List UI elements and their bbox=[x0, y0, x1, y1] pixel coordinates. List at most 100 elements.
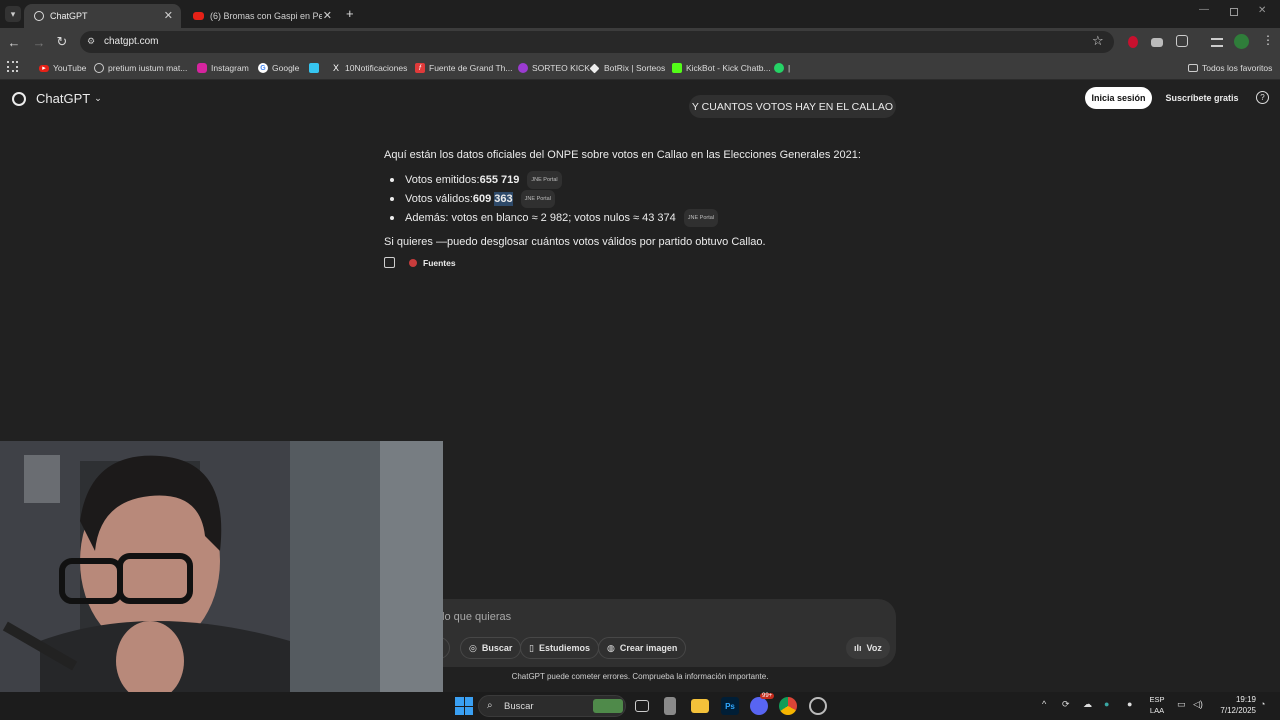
reading-list-icon[interactable] bbox=[1211, 38, 1223, 47]
extensions-icon[interactable] bbox=[1176, 35, 1188, 47]
language-indicator[interactable]: ESP LAA bbox=[1146, 694, 1168, 716]
follow-up-text: Si quieres —puedo desglosar cuántos voto… bbox=[384, 236, 766, 248]
bookmark-botrix[interactable]: BotRix | Sorteos bbox=[589, 61, 665, 75]
sync-icon[interactable]: ⟳ bbox=[1062, 699, 1070, 710]
bookmark-slack[interactable] bbox=[309, 61, 323, 75]
app-gear-icon[interactable] bbox=[809, 697, 827, 715]
list-item: Además: votos en blanco ≈ 2 982; votos n… bbox=[384, 208, 904, 227]
model-selector[interactable]: ChatGPT ⌄ bbox=[12, 91, 102, 106]
slack-icon bbox=[309, 63, 319, 73]
search-button[interactable]: ◎ Buscar bbox=[460, 637, 522, 659]
answer-intro: Aquí están los datos oficiales del ONPE … bbox=[384, 149, 861, 161]
network-icon[interactable]: ▭ bbox=[1177, 699, 1186, 710]
assistant-message: Aquí están los datos oficiales del ONPE … bbox=[384, 148, 904, 249]
google-icon: G bbox=[258, 63, 268, 73]
copy-icon[interactable] bbox=[384, 257, 395, 268]
menu-icon[interactable]: ⋮ bbox=[1262, 33, 1274, 47]
user-message: Y CUANTOS VOTOS HAY EN EL CALLAO bbox=[689, 95, 896, 118]
extension-card-icon[interactable] bbox=[1151, 38, 1163, 47]
webcam-overlay bbox=[0, 441, 443, 720]
discord-icon[interactable] bbox=[750, 697, 768, 715]
bookmark-google[interactable]: G Google bbox=[258, 61, 299, 75]
forward-icon[interactable]: → bbox=[30, 33, 48, 51]
kickbot-icon bbox=[672, 63, 682, 73]
source-chip[interactable]: JNE Portal bbox=[683, 208, 719, 227]
bookmark-sorteo-kick[interactable]: SORTEO KICK bbox=[518, 61, 590, 75]
app-icon[interactable] bbox=[664, 697, 676, 715]
signup-button[interactable]: Suscríbete gratis bbox=[1160, 87, 1244, 109]
bookmark-whatsapp[interactable]: | bbox=[774, 61, 790, 75]
notifications-icon[interactable]: ◔ bbox=[1260, 699, 1265, 709]
site-info-icon[interactable]: ⚙ bbox=[87, 36, 95, 47]
tab-youtube[interactable]: (6) Bromas con Gaspi en Perú - ✕ bbox=[183, 4, 340, 28]
help-icon[interactable]: ? bbox=[1256, 91, 1269, 104]
brand-name: ChatGPT bbox=[36, 91, 91, 106]
selected-text: 363 bbox=[494, 191, 513, 206]
source-chip[interactable]: JNE Portal bbox=[527, 170, 562, 189]
disclaimer: ChatGPT puede cometer errores. Comprueba… bbox=[511, 672, 769, 681]
url-text: chatgpt.com bbox=[104, 36, 159, 47]
list-item: Votos válidos: 609 363 JNE Portal bbox=[384, 189, 904, 208]
restore-icon[interactable] bbox=[1230, 8, 1238, 16]
tab-strip: ▾ ChatGPT ✕ (6) Bromas con Gaspi en Perú… bbox=[0, 0, 1280, 28]
login-button[interactable]: Inicia sesión bbox=[1085, 87, 1152, 109]
globe-icon bbox=[94, 63, 104, 73]
sources-icon bbox=[409, 258, 417, 267]
photoshop-icon[interactable]: Ps bbox=[721, 697, 739, 715]
chrome-icon[interactable] bbox=[779, 697, 797, 715]
list-item: Votos emitidos: 655 719 JNE Portal bbox=[384, 170, 904, 189]
file-explorer-icon[interactable] bbox=[691, 699, 709, 713]
reload-icon[interactable]: ↻ bbox=[53, 33, 71, 51]
study-button[interactable]: ▯ Estudiemos bbox=[520, 637, 599, 659]
taskbar-search[interactable]: ⌕ Buscar bbox=[478, 695, 626, 717]
chevron-down-icon: ⌄ bbox=[94, 93, 102, 103]
back-icon[interactable]: ← bbox=[5, 33, 23, 51]
volume-icon[interactable]: ◁) bbox=[1193, 699, 1203, 710]
folder-icon bbox=[1188, 64, 1198, 72]
tab-chatgpt[interactable]: ChatGPT ✕ bbox=[24, 4, 181, 28]
source-chip[interactable]: JNE Portal bbox=[520, 189, 555, 208]
extension-red-icon[interactable] bbox=[1128, 36, 1138, 48]
all-bookmarks[interactable]: Todos los favoritos bbox=[1188, 61, 1272, 75]
chevron-up-icon[interactable]: ^ bbox=[1042, 699, 1046, 709]
voice-button[interactable]: ıIı Voz bbox=[846, 637, 890, 659]
notification-badge: 99+ bbox=[760, 693, 775, 699]
chat-input[interactable]: lo que quieras bbox=[442, 611, 511, 623]
address-bar[interactable]: ⚙ chatgpt.com ☆ bbox=[80, 31, 1114, 53]
composer: lo que quieras r ◎Buscar ▯Estudiemos ◍Cr… bbox=[384, 599, 896, 667]
bookmark-instagram[interactable]: Instagram bbox=[197, 61, 249, 75]
clock[interactable]: 19:19 7/12/2025 bbox=[1210, 694, 1256, 716]
create-image-button[interactable]: ◍ Crear imagen bbox=[598, 637, 687, 659]
book-icon: ▯ bbox=[529, 642, 534, 653]
globe-icon: ◎ bbox=[469, 642, 477, 653]
font-icon: f bbox=[415, 63, 425, 73]
windows-start-icon[interactable] bbox=[455, 697, 473, 715]
bookmark-grand-theft[interactable]: f Fuente de Grand Th... bbox=[415, 61, 512, 75]
new-tab-icon[interactable]: + bbox=[346, 6, 354, 21]
task-view-icon[interactable] bbox=[635, 700, 649, 712]
tab-title: ChatGPT bbox=[50, 11, 88, 21]
profile-avatar[interactable] bbox=[1234, 34, 1249, 49]
star-icon[interactable]: ☆ bbox=[1092, 33, 1104, 49]
youtube-icon: ▸ bbox=[39, 64, 49, 72]
sorteo-icon bbox=[518, 63, 528, 73]
bookmark-pretium[interactable]: pretium iustum mat... bbox=[94, 61, 187, 75]
microphone-icon[interactable]: ● bbox=[1127, 699, 1132, 709]
close-icon[interactable]: ✕ bbox=[164, 9, 173, 22]
close-window-icon[interactable]: ✕ bbox=[1258, 5, 1266, 16]
search-highlight-icon bbox=[593, 699, 623, 713]
minimize-icon[interactable]: — bbox=[1199, 4, 1209, 15]
tab-title: (6) Bromas con Gaspi en Perú - bbox=[210, 11, 322, 21]
apps-grid-icon[interactable] bbox=[7, 61, 18, 72]
close-icon[interactable]: ✕ bbox=[323, 9, 332, 22]
cloud-icon[interactable]: ☁ bbox=[1083, 699, 1092, 710]
windows-taskbar: ⌕ Buscar Ps 99+ ^ ⟳ ☁ ● ● ESP LAA ▭ ◁) 1… bbox=[0, 692, 1280, 720]
bookmark-kickbot[interactable]: KickBot - Kick Chatb... bbox=[672, 61, 771, 75]
bookmark-youtube[interactable]: ▸ YouTube bbox=[39, 61, 86, 75]
tab-search-button[interactable]: ▾ bbox=[5, 6, 21, 22]
sources-button[interactable]: Fuentes bbox=[423, 258, 456, 268]
shield-icon[interactable]: ● bbox=[1104, 699, 1109, 709]
bookmark-10notificaciones[interactable]: X 10Notificaciones bbox=[331, 61, 407, 75]
youtube-favicon-icon bbox=[193, 12, 204, 20]
x-icon: X bbox=[332, 63, 339, 73]
